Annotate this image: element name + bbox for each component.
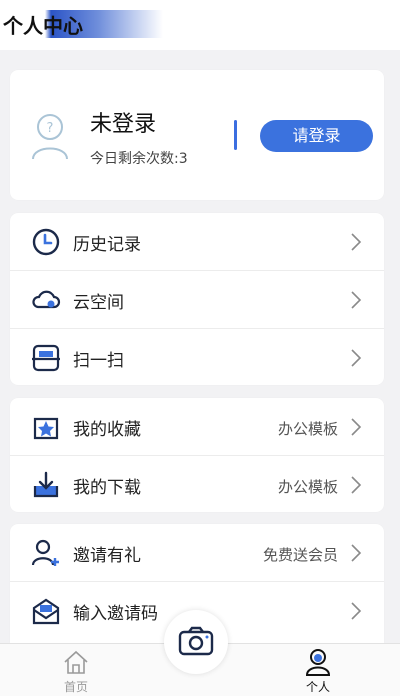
login-button[interactable]: 请登录 — [260, 120, 373, 152]
menu-item-invite[interactable]: 邀请有礼 免费送会员 — [10, 524, 384, 581]
tab-profile-label: 个人 — [305, 680, 330, 694]
camera-button[interactable] — [164, 610, 228, 674]
text-cursor — [234, 120, 237, 150]
tab-profile[interactable]: 个人 — [278, 644, 358, 696]
chevron-right-icon — [351, 349, 362, 367]
menu-group-files: 我的收藏 办公模板 我的下载 办公模板 — [10, 398, 384, 512]
star-box-icon — [33, 417, 59, 440]
profile-icon — [305, 649, 331, 676]
menu-item-downloads[interactable]: 我的下载 办公模板 — [10, 456, 384, 513]
camera-icon — [178, 626, 214, 656]
chevron-right-icon — [351, 476, 362, 494]
cloud-icon — [32, 290, 61, 309]
home-icon — [64, 650, 88, 674]
page-title: 个人中心 — [3, 14, 83, 38]
menu-group-tools: 历史记录 云空间 扫一扫 — [10, 213, 384, 385]
menu-item-extra: 免费送会员 — [262, 546, 338, 564]
chevron-right-icon — [351, 291, 362, 309]
username: 未登录 — [90, 112, 157, 137]
chevron-right-icon — [351, 544, 362, 562]
menu-item-label: 我的收藏 — [73, 420, 141, 440]
menu-item-cloud[interactable]: 云空间 — [10, 271, 384, 328]
menu-item-label: 我的下载 — [73, 478, 141, 498]
chevron-right-icon — [351, 418, 362, 436]
tab-home[interactable]: 首页 — [36, 644, 116, 696]
tab-home-label: 首页 — [63, 680, 88, 694]
user-avatar-icon: ? — [32, 114, 68, 160]
add-user-icon — [31, 539, 59, 566]
remaining-count: 今日剩余次数:3 — [90, 151, 188, 167]
menu-item-label: 扫一扫 — [73, 351, 124, 371]
mail-icon — [32, 598, 60, 625]
menu-item-extra: 办公模板 — [277, 478, 338, 496]
menu-item-extra: 办公模板 — [277, 420, 338, 438]
chevron-right-icon — [351, 233, 362, 251]
menu-item-favorites[interactable]: 我的收藏 办公模板 — [10, 398, 384, 455]
clock-icon — [32, 228, 60, 256]
svg-text:?: ? — [47, 121, 54, 136]
chevron-right-icon — [351, 602, 362, 620]
menu-item-scan[interactable]: 扫一扫 — [10, 329, 384, 386]
profile-card: ? 未登录 今日剩余次数:3 请登录 — [10, 70, 384, 200]
menu-item-label: 输入邀请码 — [73, 604, 158, 624]
menu-item-label: 历史记录 — [73, 235, 141, 255]
menu-item-label: 云空间 — [73, 293, 124, 313]
menu-item-history[interactable]: 历史记录 — [10, 213, 384, 270]
menu-item-label: 邀请有礼 — [73, 546, 141, 566]
header: 个人中心 — [0, 0, 400, 50]
download-icon — [33, 471, 59, 498]
scan-icon — [32, 344, 60, 372]
